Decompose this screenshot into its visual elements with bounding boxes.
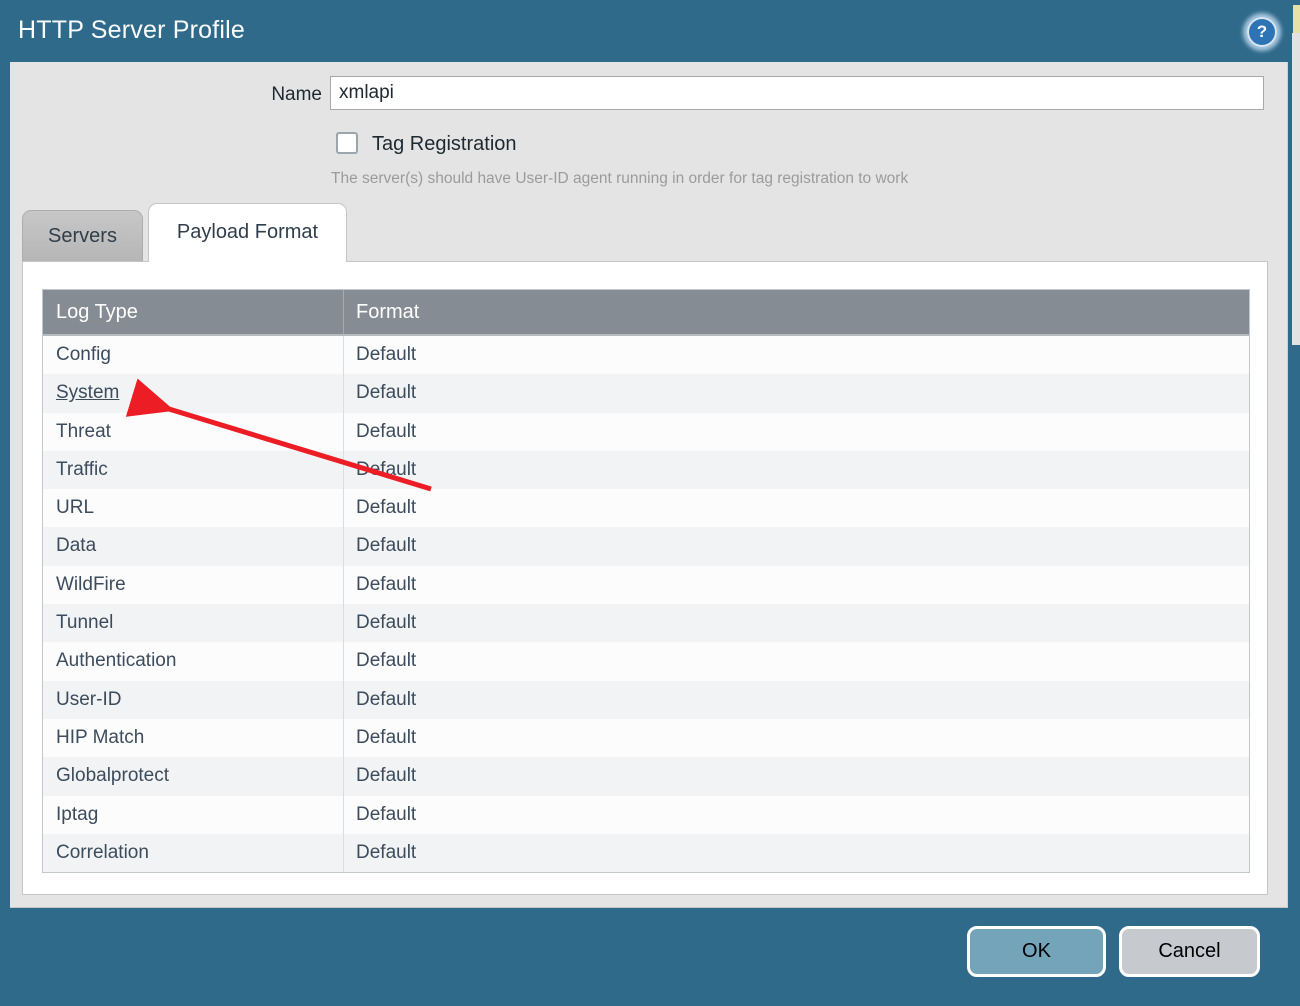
background-page-sliver-gray: [1292, 33, 1300, 345]
log-type-cell[interactable]: URL: [43, 489, 344, 527]
log-type-cell[interactable]: Traffic: [43, 451, 344, 489]
column-header-log-type: Log Type: [43, 290, 344, 334]
log-type-cell[interactable]: Iptag: [43, 796, 344, 834]
table-row: HIP Match Default: [43, 719, 1249, 757]
format-cell[interactable]: Default: [344, 374, 1249, 412]
log-type-cell[interactable]: Data: [43, 527, 344, 565]
format-cell[interactable]: Default: [344, 336, 1249, 374]
tag-registration-hint: The server(s) should have User-ID agent …: [331, 170, 908, 188]
dialog-title: HTTP Server Profile: [18, 16, 245, 45]
log-type-cell[interactable]: Tunnel: [43, 604, 344, 642]
table-row: Traffic Default: [43, 451, 1249, 489]
table-row: Data Default: [43, 527, 1249, 565]
tab-servers[interactable]: Servers: [22, 210, 143, 261]
table-row: User-ID Default: [43, 681, 1249, 719]
log-type-cell[interactable]: HIP Match: [43, 719, 344, 757]
table-row: Globalprotect Default: [43, 757, 1249, 795]
log-type-cell[interactable]: Correlation: [43, 834, 344, 872]
table-row: WildFire Default: [43, 566, 1249, 604]
column-header-format: Format: [344, 290, 1249, 334]
payload-format-table: Log Type Format Config Default System De…: [42, 289, 1250, 873]
http-server-profile-dialog: HTTP Server Profile ? Name Tag Registrat…: [0, 0, 1300, 1006]
table-row: System Default: [43, 374, 1249, 412]
table-row: Tunnel Default: [43, 604, 1249, 642]
name-label: Name: [10, 84, 322, 106]
tab-payload-format[interactable]: Payload Format: [148, 203, 347, 262]
format-cell[interactable]: Default: [344, 719, 1249, 757]
format-cell[interactable]: Default: [344, 566, 1249, 604]
payload-format-tab-panel: Log Type Format Config Default System De…: [22, 261, 1268, 895]
log-type-cell[interactable]: Config: [43, 336, 344, 374]
format-cell[interactable]: Default: [344, 834, 1249, 872]
log-type-cell[interactable]: Authentication: [43, 642, 344, 680]
table-header-row: Log Type Format: [43, 290, 1249, 336]
table-row: Correlation Default: [43, 834, 1249, 872]
name-input[interactable]: [330, 76, 1264, 110]
format-cell[interactable]: Default: [344, 796, 1249, 834]
tag-registration-checkbox[interactable]: [336, 132, 358, 154]
dialog-body-panel: Name Tag Registration The server(s) shou…: [10, 62, 1288, 908]
log-type-cell[interactable]: Threat: [43, 413, 344, 451]
table-body: Config Default System Default Threat Def…: [43, 336, 1249, 872]
format-cell[interactable]: Default: [344, 489, 1249, 527]
tag-registration-label: Tag Registration: [372, 133, 517, 156]
table-row: Threat Default: [43, 413, 1249, 451]
format-cell[interactable]: Default: [344, 527, 1249, 565]
cancel-button[interactable]: Cancel: [1119, 926, 1260, 977]
log-type-cell[interactable]: User-ID: [43, 681, 344, 719]
log-type-cell[interactable]: System: [43, 374, 344, 412]
help-icon[interactable]: ?: [1247, 17, 1277, 47]
dialog-titlebar: HTTP Server Profile ?: [0, 0, 1300, 62]
table-row: URL Default: [43, 489, 1249, 527]
format-cell[interactable]: Default: [344, 451, 1249, 489]
format-cell[interactable]: Default: [344, 604, 1249, 642]
table-row: Config Default: [43, 336, 1249, 374]
format-cell[interactable]: Default: [344, 757, 1249, 795]
format-cell[interactable]: Default: [344, 413, 1249, 451]
ok-button[interactable]: OK: [967, 926, 1106, 977]
table-row: Authentication Default: [43, 642, 1249, 680]
format-cell[interactable]: Default: [344, 681, 1249, 719]
table-row: Iptag Default: [43, 796, 1249, 834]
log-type-cell[interactable]: WildFire: [43, 566, 344, 604]
format-cell[interactable]: Default: [344, 642, 1249, 680]
log-type-cell[interactable]: Globalprotect: [43, 757, 344, 795]
